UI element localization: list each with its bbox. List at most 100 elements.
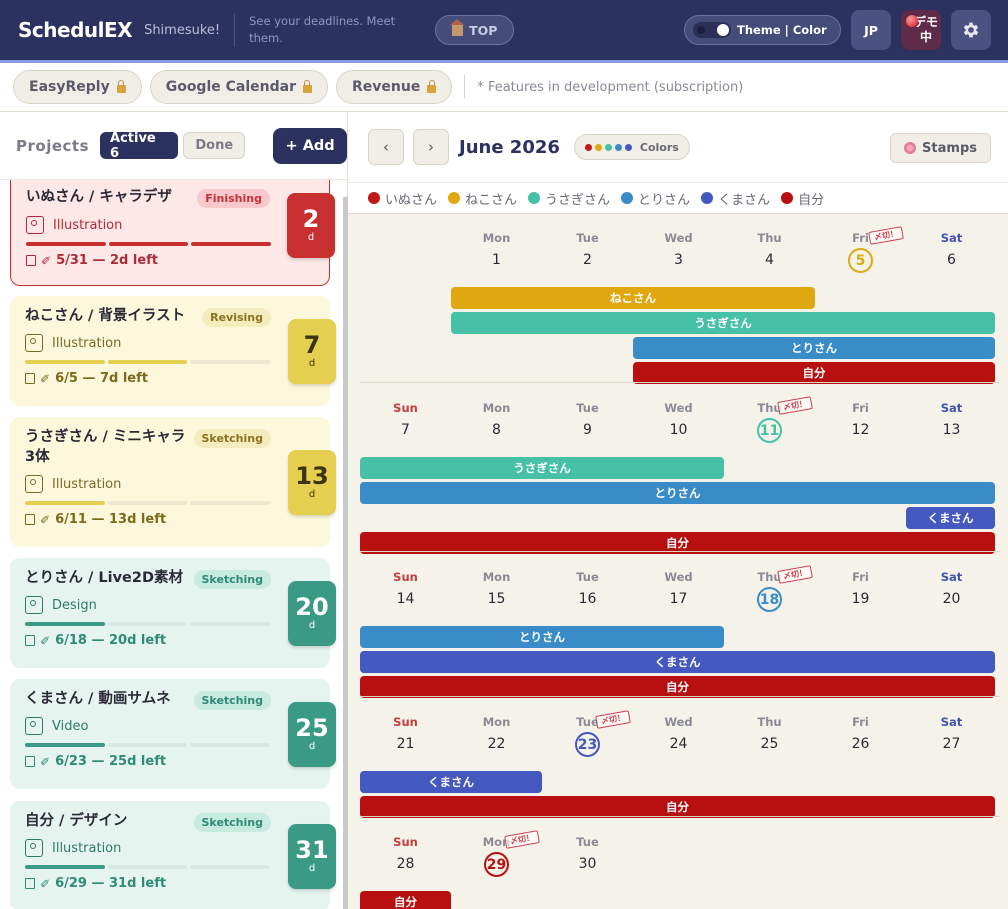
legend-item[interactable]: くまさん [701, 189, 770, 208]
schedule-bar[interactable]: くまさん [360, 771, 542, 793]
legend-item[interactable]: いぬさん [368, 189, 437, 208]
schedule-bar[interactable]: うさぎさん [360, 457, 724, 479]
project-card[interactable]: いぬさん / キャラデザ Finishing Illustration ✐ 5/31 —… [10, 180, 335, 286]
schedule-bar[interactable]: とりさん [360, 626, 724, 648]
schedule-bar[interactable]: 自分 [360, 891, 451, 909]
illustration-icon [26, 216, 44, 234]
legend-item[interactable]: 自分 [781, 189, 824, 208]
day-number[interactable]: 7 [360, 422, 451, 438]
app-logo[interactable]: SchedulEX [18, 18, 133, 42]
day-number[interactable]: 26 [815, 736, 906, 752]
color-dot-icon [604, 143, 612, 151]
flower-icon [904, 142, 917, 154]
deadline-marker[interactable]: 29 [484, 852, 509, 877]
schedule-bar[interactable]: ねこさん [451, 287, 815, 309]
house-icon [450, 18, 465, 36]
schedule-bar[interactable]: とりさん [633, 337, 995, 359]
demo-mode-button[interactable]: デモ中 [901, 10, 941, 50]
day-number[interactable]: 20 [906, 591, 997, 607]
day-number[interactable]: 8 [451, 422, 542, 438]
add-project-button[interactable]: + Add [273, 127, 347, 164]
projects-title: Projects [16, 136, 90, 155]
prev-month-button[interactable]: ‹ [368, 129, 404, 165]
project-card-list[interactable]: いぬさん / キャラデザ Finishing Illustration ✐ 5/31 —… [0, 180, 343, 909]
pen-icon: ✐ [40, 876, 51, 891]
day-number[interactable]: 9 [542, 422, 633, 438]
days-left-badge: 13 d [288, 449, 336, 515]
deadline-marker[interactable]: 23 [575, 732, 600, 757]
easyreply-button[interactable]: EasyReply [13, 70, 142, 104]
video-icon [25, 717, 43, 735]
day-number[interactable]: 6 [906, 252, 997, 268]
progress-segment [190, 743, 271, 747]
progress-bar [25, 865, 271, 869]
legend-label: いぬさん [385, 192, 438, 208]
day-number[interactable]: 25 [724, 736, 815, 752]
progress-segment [190, 360, 271, 364]
days-left-badge: 2d [287, 192, 335, 258]
schedule-bar[interactable]: くまさん [906, 507, 995, 529]
filter-active-tab[interactable]: Active 6 [100, 131, 179, 161]
deadline-marker[interactable]: 5 [848, 248, 873, 273]
day-number[interactable]: 17 [633, 591, 724, 607]
day-number[interactable]: 12 [815, 422, 906, 438]
filter-done-tab[interactable]: Done [183, 132, 246, 159]
week-divider [360, 816, 1000, 817]
project-category: Illustration [25, 334, 121, 352]
day-number[interactable]: 22 [451, 736, 542, 752]
project-card[interactable]: 自分 / デザイン Sketching Illustration ✐ 6/29 — 31… [10, 801, 336, 909]
next-month-button[interactable]: › [413, 129, 449, 165]
day-number[interactable]: 16 [542, 591, 633, 607]
top-button[interactable]: TOP [435, 15, 515, 45]
day-number[interactable]: 30 [542, 856, 633, 872]
day-number[interactable]: 14 [360, 591, 451, 607]
day-number[interactable]: 2 [542, 252, 633, 268]
project-card[interactable]: うさぎさん / ミニキャラ3体 Sketching Illustration ✐ 6/1… [10, 417, 336, 547]
legend-item[interactable]: とりさん [621, 189, 690, 208]
schedule-bar[interactable]: とりさん [360, 482, 995, 504]
feature-note: * Features in development (subscription) [477, 79, 744, 95]
revenue-button[interactable]: Revenue [335, 70, 453, 104]
day-number[interactable]: 21 [360, 736, 451, 752]
day-number[interactable]: 3 [633, 252, 724, 268]
language-button[interactable]: JP [851, 10, 891, 50]
stamps-button[interactable]: Stamps [890, 133, 991, 163]
project-category: Illustration [25, 475, 121, 493]
day-name: Wed [664, 715, 693, 729]
day-number[interactable]: 4 [724, 252, 815, 268]
day-number[interactable]: 1 [451, 252, 542, 268]
project-card[interactable]: ねこさん / 背景イラスト Revising Illustration ✐ 6/5 — … [10, 296, 336, 406]
google-calendar-button[interactable]: Google Calendar [149, 70, 328, 104]
settings-button[interactable] [951, 10, 991, 50]
deadline-marker[interactable]: 18 [757, 587, 782, 612]
project-card[interactable]: とりさん / Live2D素材 Sketching Design ✐ 6/18 — 20… [10, 558, 336, 668]
day-number[interactable]: 13 [906, 422, 997, 438]
day-number[interactable]: 28 [360, 856, 451, 872]
schedule-bar[interactable]: 自分 [360, 676, 995, 698]
legend-item[interactable]: うさぎさん [528, 189, 610, 208]
schedule-bar[interactable]: 自分 [633, 362, 995, 384]
deadline-marker[interactable]: 11 [757, 418, 782, 443]
colors-button[interactable]: Colors [573, 134, 690, 160]
top-button-label: TOP [469, 22, 498, 38]
progress-segment [107, 501, 188, 505]
progress-segment [107, 865, 188, 869]
project-card[interactable]: くまさん / 動画サムネ Sketching Video ✐ 6/23 — 25d le… [10, 679, 336, 789]
theme-color-toggle[interactable]: Theme | Color [684, 15, 841, 45]
days-left-unit: d [308, 863, 316, 874]
design-icon [25, 596, 43, 614]
day-number[interactable]: 19 [815, 591, 906, 607]
legend-item[interactable]: ねこさん [448, 189, 517, 208]
pen-icon: ✐ [40, 371, 51, 386]
illustration-icon [25, 334, 43, 352]
schedule-bar[interactable]: 自分 [360, 796, 995, 818]
pen-icon: ✐ [41, 253, 52, 268]
day-name: Tue [576, 401, 599, 415]
day-number[interactable]: 15 [451, 591, 542, 607]
day-number[interactable]: 10 [633, 422, 724, 438]
day-number[interactable]: 24 [633, 736, 724, 752]
day-number[interactable]: 27 [906, 736, 997, 752]
schedule-bar[interactable]: うさぎさん [451, 312, 995, 334]
month-title: June 2026 [459, 136, 560, 158]
schedule-bar[interactable]: くまさん [360, 651, 995, 673]
